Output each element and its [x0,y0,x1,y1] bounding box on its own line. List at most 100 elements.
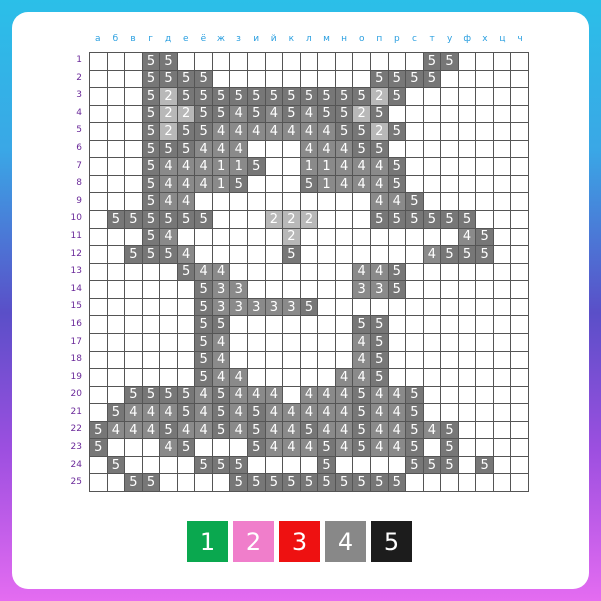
grid-cell[interactable]: 5 [195,351,213,370]
grid-cell[interactable] [265,175,284,194]
grid-cell[interactable] [493,421,512,440]
grid-cell[interactable] [318,263,336,282]
grid-cell[interactable]: 4 [195,140,213,159]
grid-cell[interactable] [423,228,442,247]
grid-cell[interactable] [125,140,143,159]
grid-cell[interactable] [511,246,529,264]
grid-cell[interactable] [90,333,108,352]
grid-cell[interactable] [125,263,143,282]
grid-cell[interactable] [265,193,284,212]
grid-cell[interactable] [458,369,477,387]
grid-cell[interactable] [423,298,442,317]
grid-cell[interactable] [318,70,336,89]
grid-cell[interactable]: 4 [265,439,284,457]
grid-cell[interactable] [388,140,407,159]
grid-cell[interactable] [493,386,512,405]
grid-cell[interactable]: 5 [90,421,108,440]
grid-cell[interactable]: 5 [300,421,319,440]
grid-cell[interactable]: 5 [441,246,459,264]
grid-cell[interactable]: 5 [406,456,424,475]
grid-cell[interactable] [476,474,494,492]
grid-cell[interactable] [423,281,442,299]
grid-cell[interactable] [90,281,108,299]
grid-cell[interactable] [318,53,336,71]
grid-cell[interactable]: 4 [388,386,407,405]
grid-cell[interactable] [511,298,529,317]
grid-cell[interactable]: 5 [406,421,424,440]
grid-cell[interactable] [248,70,266,89]
grid-cell[interactable]: 5 [195,88,213,106]
grid-cell[interactable] [493,246,512,264]
grid-cell[interactable] [300,246,319,264]
grid-cell[interactable]: 5 [195,298,213,317]
grid-cell[interactable] [406,53,424,71]
grid-cell[interactable]: 5 [177,211,196,229]
grid-cell[interactable]: 5 [370,351,389,370]
grid-cell[interactable] [511,386,529,405]
grid-cell[interactable] [125,351,143,370]
grid-cell[interactable]: 5 [160,70,178,89]
grid-cell[interactable]: 4 [370,439,389,457]
grid-cell[interactable] [177,456,196,475]
grid-cell[interactable]: 5 [107,404,126,422]
grid-cell[interactable] [107,474,126,492]
grid-cell[interactable]: 2 [160,123,178,141]
grid-cell[interactable]: 4 [160,228,178,247]
grid-cell[interactable] [388,456,407,475]
grid-cell[interactable] [283,386,301,405]
grid-cell[interactable] [406,123,424,141]
grid-cell[interactable]: 5 [142,140,161,159]
grid-cell[interactable] [476,351,494,370]
grid-cell[interactable] [476,123,494,141]
grid-cell[interactable] [90,211,108,229]
grid-cell[interactable] [458,421,477,440]
grid-cell[interactable] [476,316,494,334]
grid-cell[interactable] [441,386,459,405]
grid-cell[interactable]: 5 [441,53,459,71]
grid-cell[interactable] [388,246,407,264]
grid-cell[interactable]: 4 [195,421,213,440]
grid-cell[interactable]: 5 [318,439,336,457]
grid-cell[interactable]: 5 [318,456,336,475]
grid-cell[interactable]: 5 [195,369,213,387]
grid-cell[interactable] [248,53,266,71]
grid-cell[interactable]: 4 [353,158,371,176]
grid-cell[interactable]: 4 [195,175,213,194]
grid-cell[interactable]: 4 [195,263,213,282]
grid-cell[interactable] [142,351,161,370]
grid-cell[interactable]: 5 [248,439,266,457]
grid-cell[interactable] [248,193,266,212]
grid-cell[interactable] [476,158,494,176]
grid-cell[interactable] [493,140,512,159]
grid-cell[interactable]: 5 [248,421,266,440]
grid-cell[interactable] [125,456,143,475]
grid-cell[interactable] [265,263,284,282]
grid-cell[interactable] [406,333,424,352]
grid-cell[interactable]: 5 [160,421,178,440]
grid-cell[interactable]: 4 [230,140,249,159]
grid-cell[interactable] [265,228,284,247]
grid-cell[interactable] [248,140,266,159]
grid-cell[interactable] [335,316,354,334]
grid-cell[interactable] [248,456,266,475]
grid-cell[interactable] [300,263,319,282]
grid-cell[interactable]: 5 [212,386,231,405]
color-swatch-2[interactable]: 2 [233,521,274,562]
grid-cell[interactable]: 5 [177,404,196,422]
grid-cell[interactable] [441,351,459,370]
grid-cell[interactable] [423,369,442,387]
grid-cell[interactable] [370,228,389,247]
grid-cell[interactable] [476,439,494,457]
grid-cell[interactable] [511,404,529,422]
grid-cell[interactable] [125,439,143,457]
grid-cell[interactable] [441,263,459,282]
grid-cell[interactable] [90,369,108,387]
grid-cell[interactable] [441,175,459,194]
grid-cell[interactable]: 4 [212,123,231,141]
grid-cell[interactable]: 4 [265,386,284,405]
grid-cell[interactable]: 5 [318,88,336,106]
grid-cell[interactable]: 4 [300,140,319,159]
grid-cell[interactable]: 2 [283,228,301,247]
grid-cell[interactable] [107,263,126,282]
grid-cell[interactable]: 4 [177,175,196,194]
